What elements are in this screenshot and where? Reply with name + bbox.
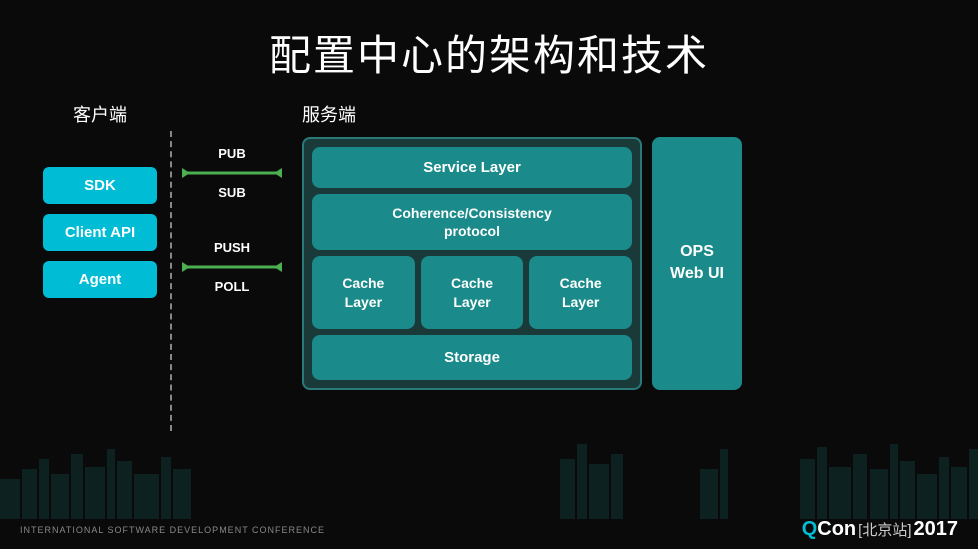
qcon-location: [北京站] — [858, 519, 911, 540]
coherence-text: Coherence/Consistencyprotocol — [392, 205, 552, 239]
server-label: 服务端 — [302, 101, 356, 127]
main-content: 客户端 SDK Client API Agent PUB SUB PUSH — [0, 101, 978, 431]
storage-box: Storage — [312, 335, 632, 380]
arrow-section: PUB SUB PUSH POLL — [172, 146, 292, 304]
push-label: PUSH — [214, 240, 250, 255]
cache-row: CacheLayer CacheLayer CacheLayer — [312, 256, 632, 328]
cache-layer-2: CacheLayer — [421, 256, 524, 328]
sub-label: SUB — [218, 185, 245, 200]
client-api-box: Client API — [43, 214, 157, 251]
footer: INTERNATIONAL SOFTWARE DEVELOPMENT CONFE… — [0, 518, 978, 541]
push-poll-group: PUSH POLL — [182, 240, 282, 294]
poll-label: POLL — [215, 279, 250, 294]
sdk-box: SDK — [43, 167, 157, 204]
client-label: 客户端 — [73, 101, 127, 127]
page-title: 配置中心的架构和技术 — [0, 0, 978, 83]
footer-brand: QCon [北京站] 2017 — [802, 518, 958, 541]
pub-sub-group: PUB SUB — [182, 146, 282, 200]
server-section: 服务端 Service Layer Coherence/Consistencyp… — [302, 101, 742, 390]
push-poll-arrow — [182, 257, 282, 277]
qcon-q: Q — [802, 518, 818, 540]
arch-main-box: Service Layer Coherence/Consistencyproto… — [302, 137, 642, 390]
coherence-box: Coherence/Consistencyprotocol — [312, 194, 632, 250]
pub-sub-arrow — [182, 163, 282, 183]
skyline-decoration — [0, 439, 978, 519]
cache-layer-3: CacheLayer — [529, 256, 632, 328]
ops-box: OPSWeb UI — [652, 137, 742, 390]
agent-box: Agent — [43, 261, 157, 298]
qcon-rest: Con — [817, 518, 856, 540]
client-section: 客户端 SDK Client API Agent — [30, 101, 170, 298]
qcon-year: 2017 — [914, 518, 959, 541]
cache-layer-1: CacheLayer — [312, 256, 415, 328]
architecture-container: Service Layer Coherence/Consistencyproto… — [302, 137, 742, 390]
pub-label: PUB — [218, 146, 245, 161]
qcon-brand-text: QCon — [802, 518, 856, 541]
service-layer-box: Service Layer — [312, 147, 632, 188]
footer-conference: INTERNATIONAL SOFTWARE DEVELOPMENT CONFE… — [20, 525, 325, 535]
ops-text: OPSWeb UI — [670, 241, 724, 286]
client-boxes: SDK Client API Agent — [43, 167, 157, 298]
